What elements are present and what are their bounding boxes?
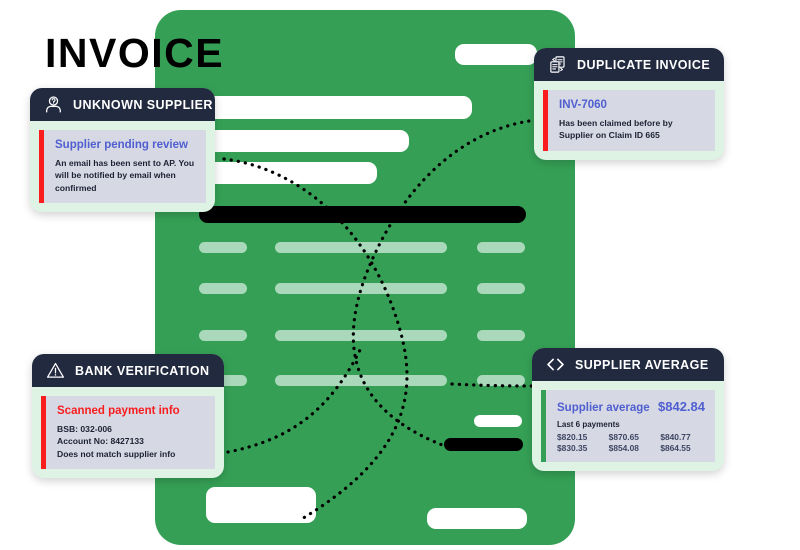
row3-col3 (477, 330, 525, 341)
warning-triangle-icon (46, 362, 65, 378)
alert-content: INV-7060 Has been claimed before by Supp… (548, 90, 715, 151)
alert-description: Has been claimed before by Supplier on C… (559, 117, 673, 141)
card-body: Supplier average $842.84 Last 6 payments… (532, 381, 724, 471)
card-title: BANK VERIFICATION (75, 363, 210, 378)
footer-signature-bar (427, 508, 527, 529)
supplier-address-line (199, 130, 409, 152)
row1-col2 (275, 242, 447, 253)
supplier-average-label: Supplier average (557, 402, 650, 414)
payment-value: $854.08 (608, 443, 639, 453)
page-title: INVOICE (45, 30, 225, 76)
row3-col1 (199, 330, 247, 341)
alert-content: Supplier average $842.84 Last 6 payments… (546, 390, 715, 462)
card-header: UNKNOWN SUPPLIER (30, 88, 215, 121)
card-body: Supplier pending review An email has bee… (30, 121, 215, 212)
last-payments-label: Last 6 payments (557, 420, 620, 429)
alert-description: An email has been sent to AP. You will b… (55, 157, 195, 193)
bank-account-line: Account No: 8427133 (57, 436, 144, 447)
row1-col3 (477, 242, 525, 253)
row2-col2 (275, 283, 447, 294)
total-value (444, 438, 523, 451)
card-supplier-average[interactable]: SUPPLIER AVERAGE Supplier average $842.8… (532, 348, 724, 471)
supplier-name-line (199, 96, 472, 119)
code-brackets-icon (547, 358, 564, 371)
card-header: SUPPLIER AVERAGE (532, 348, 724, 381)
alert-panel: Scanned payment info BSB: 032-006 Accoun… (41, 396, 215, 470)
payment-value: $830.35 (557, 443, 588, 453)
row4-col2 (275, 375, 447, 386)
alert-heading: Supplier pending review (55, 139, 188, 151)
card-duplicate-invoice[interactable]: DUPLICATE INVOICE INV-7060 Has been clai… (534, 48, 724, 160)
card-title: UNKNOWN SUPPLIER (73, 97, 213, 112)
payment-value: $820.15 (557, 432, 588, 442)
card-body: Scanned payment info BSB: 032-006 Accoun… (32, 387, 224, 478)
payment-value: $864.55 (660, 443, 691, 453)
row4-col3 (477, 375, 525, 386)
alert-heading: Scanned payment info (57, 405, 180, 417)
footer-note-block (206, 487, 316, 523)
payment-value: $840.77 (660, 432, 691, 442)
subtotal-value (474, 415, 522, 427)
card-title: DUPLICATE INVOICE (577, 57, 711, 72)
last-payments-grid: $820.15 $870.65 $840.77 $830.35 $854.08 $864.… (557, 432, 705, 453)
card-header: BANK VERIFICATION (32, 354, 224, 387)
unknown-person-icon (46, 96, 61, 113)
row1-col1 (199, 242, 247, 253)
invoice-number-field (455, 44, 537, 65)
card-body: INV-7060 Has been claimed before by Supp… (534, 81, 724, 160)
bank-mismatch-line: Does not match supplier info (57, 448, 176, 459)
table-header-bar (199, 206, 526, 223)
duplicate-documents-icon (550, 56, 565, 73)
alert-panel: INV-7060 Has been claimed before by Supp… (543, 90, 715, 151)
card-unknown-supplier[interactable]: UNKNOWN SUPPLIER Supplier pending review… (30, 88, 215, 213)
supplier-contact-line (199, 162, 377, 184)
alert-heading: INV-7060 (559, 99, 607, 111)
payment-value: $870.65 (608, 432, 639, 442)
row2-col1 (199, 283, 247, 294)
card-title: SUPPLIER AVERAGE (575, 357, 709, 372)
card-bank-verification[interactable]: BANK VERIFICATION Scanned payment info B… (32, 354, 224, 479)
card-header: DUPLICATE INVOICE (534, 48, 724, 81)
supplier-average-amount: $842.84 (658, 399, 705, 414)
alert-content: Supplier pending review An email has bee… (44, 130, 206, 203)
row3-col2 (275, 330, 447, 341)
alert-panel: Supplier average $842.84 Last 6 payments… (541, 390, 715, 462)
supplier-average-row: Supplier average $842.84 (557, 399, 705, 414)
alert-content: Scanned payment info BSB: 032-006 Accoun… (46, 396, 215, 469)
alert-panel: Supplier pending review An email has bee… (39, 130, 206, 204)
bank-bsb-line: BSB: 032-006 (57, 423, 112, 434)
row2-col3 (477, 283, 525, 294)
